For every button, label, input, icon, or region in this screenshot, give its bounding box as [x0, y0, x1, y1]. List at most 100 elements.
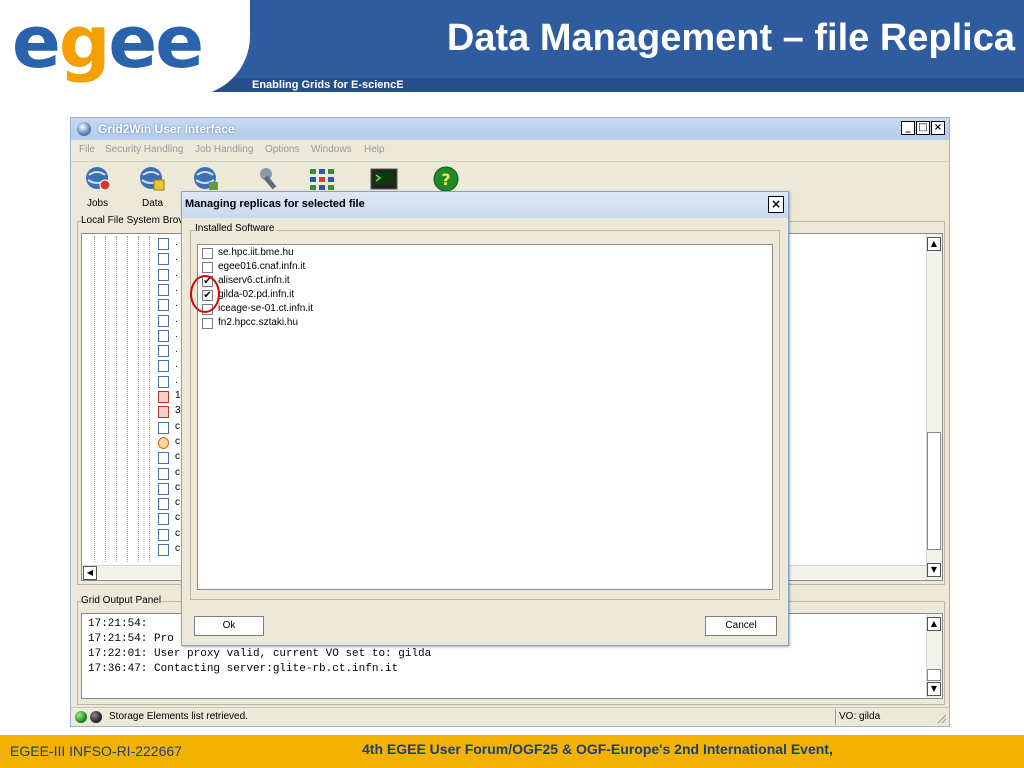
tree-item-label[interactable]: c: [175, 482, 180, 493]
tree-item-label[interactable]: .: [175, 268, 178, 279]
file-icon: [158, 498, 169, 511]
file-icon: [158, 299, 169, 312]
file-icon: [158, 436, 169, 449]
cancel-button[interactable]: Cancel: [705, 616, 777, 636]
installed-software-label: Installed Software: [194, 223, 276, 234]
toolbar-jobs-button[interactable]: Jobs: [81, 166, 117, 210]
logo-letter-accent: g: [58, 0, 111, 84]
ok-button[interactable]: Ok: [194, 616, 264, 636]
tree-item-label[interactable]: .: [175, 375, 178, 386]
menu-security-handling[interactable]: Security Handling: [105, 144, 183, 155]
tree-scroll-up-arrow[interactable]: ▲: [927, 237, 941, 251]
tree-scroll-left-arrow[interactable]: ◀: [83, 566, 97, 580]
menu-windows[interactable]: Windows: [311, 144, 352, 155]
output-line: 17:22:01: User proxy valid, current VO s…: [88, 648, 432, 660]
tree-item-label[interactable]: .: [175, 359, 178, 370]
file-icon: [158, 406, 169, 419]
tree-item-label[interactable]: c: [175, 512, 180, 523]
storage-element-label: gilda-02.pd.infn.it: [218, 289, 295, 300]
toolbar-data-label: Data: [142, 198, 164, 209]
status-separator: [835, 709, 836, 725]
slide-subtitle: Enabling Grids for E-sciencE: [252, 79, 404, 91]
tree-item-label[interactable]: .: [175, 344, 178, 355]
tree-item-label[interactable]: .: [175, 237, 178, 248]
toolbar-data-button[interactable]: Data: [135, 166, 171, 210]
tree-guide-line: [138, 236, 139, 562]
tree-scroll-down-arrow[interactable]: ▼: [927, 563, 941, 577]
slide-footer: EGEE-III INFSO-RI-222667 4th EGEE User F…: [0, 735, 1024, 768]
file-icon: [158, 375, 169, 388]
tree-item-label[interactable]: c: [175, 421, 180, 432]
file-icon: [158, 482, 169, 495]
close-button[interactable]: ×: [931, 121, 945, 135]
dialog-titlebar[interactable]: Managing replicas for selected file ×: [182, 192, 788, 218]
tree-item-label[interactable]: c: [175, 451, 180, 462]
checkbox[interactable]: [202, 262, 213, 273]
output-line: 17:21:54: Pro: [88, 633, 174, 645]
grid-output-label: Grid Output Panel: [81, 595, 162, 606]
window-titlebar[interactable]: Grid2Win User Interface _ □ ×: [71, 118, 949, 140]
file-icon: [158, 345, 169, 358]
terminal-icon: [370, 168, 398, 190]
tree-item-label[interactable]: c: [175, 497, 180, 508]
output-scroll-thumb[interactable]: [927, 669, 941, 681]
manage-replicas-dialog: Managing replicas for selected file × In…: [181, 191, 789, 646]
toolbar-jobs-label: Jobs: [87, 198, 109, 209]
file-icon: [158, 467, 169, 480]
tree-scroll-thumb[interactable]: [927, 432, 941, 550]
storage-element-label: iceage-se-01.ct.infn.it: [218, 303, 314, 314]
menubar: File Security Handling Job Handling Opti…: [71, 141, 949, 161]
tools-icon: [260, 168, 277, 190]
tree-item-label[interactable]: .: [175, 314, 178, 325]
file-icon: [158, 268, 169, 281]
storage-element-label: fn2.hpcc.sztaki.hu: [218, 317, 299, 328]
tree-item-label[interactable]: 1: [175, 390, 181, 401]
checkbox[interactable]: [202, 318, 213, 329]
tree-item-label[interactable]: .: [175, 283, 178, 294]
logo-letter: e: [12, 0, 61, 84]
globe-network-icon: [194, 167, 218, 190]
globe-data-icon: [140, 167, 165, 191]
app-globe-icon: [77, 122, 91, 136]
status-vo: VO: gilda: [839, 711, 881, 722]
output-line: 17:36:47: Contacting server:glite-rb.ct.…: [88, 663, 399, 675]
local-file-system-label: Local File System Brov: [81, 215, 184, 226]
svg-text:?: ?: [441, 170, 450, 189]
tree-item-label[interactable]: c: [175, 467, 180, 478]
dialog-title: Managing replicas for selected file: [185, 198, 365, 210]
minimize-button[interactable]: _: [901, 121, 915, 135]
tree-item-label[interactable]: c: [175, 543, 180, 554]
menu-file[interactable]: File: [79, 144, 95, 155]
slide-header: egee Data Management – file Replica Enab…: [0, 0, 1024, 96]
tree-item-label[interactable]: c: [175, 528, 180, 539]
status-bar: Storage Elements list retrieved. VO: gil…: [71, 707, 949, 726]
footer-project-id: EGEE-III INFSO-RI-222667: [10, 743, 182, 759]
output-scroll-down-arrow[interactable]: ▼: [927, 682, 941, 696]
tree-item-label[interactable]: .: [175, 252, 178, 263]
dialog-close-button[interactable]: ×: [768, 196, 784, 213]
menu-options[interactable]: Options: [265, 144, 299, 155]
file-icon: [158, 283, 169, 296]
output-line: 17:21:54:: [88, 618, 148, 630]
checkbox[interactable]: [202, 248, 213, 259]
file-icon: [158, 544, 169, 556]
output-scroll-up-arrow[interactable]: ▲: [927, 617, 941, 631]
tree-rows: ..........13ccccccccc: [82, 234, 182, 578]
tree-item-label[interactable]: .: [175, 329, 178, 340]
tree-item-label[interactable]: .: [175, 298, 178, 309]
tree-item-label[interactable]: 3: [175, 405, 181, 416]
tree-guide-line: [94, 236, 95, 562]
menu-job-handling[interactable]: Job Handling: [195, 144, 253, 155]
help-icon: ?: [433, 166, 459, 192]
tree-item-label[interactable]: c: [175, 436, 180, 447]
maximize-button[interactable]: □: [916, 121, 930, 135]
file-icon: [158, 528, 169, 541]
resize-grip-icon[interactable]: [936, 713, 947, 724]
grid-icon: [310, 169, 334, 190]
storage-element-label: egee016.cnaf.infn.it: [218, 261, 306, 272]
status-dark-light-icon: [90, 711, 102, 723]
tree-guide-line: [116, 236, 117, 562]
menu-help[interactable]: Help: [364, 144, 385, 155]
status-message: Storage Elements list retrieved.: [109, 711, 248, 722]
highlight-annotation-ring: [190, 275, 220, 313]
